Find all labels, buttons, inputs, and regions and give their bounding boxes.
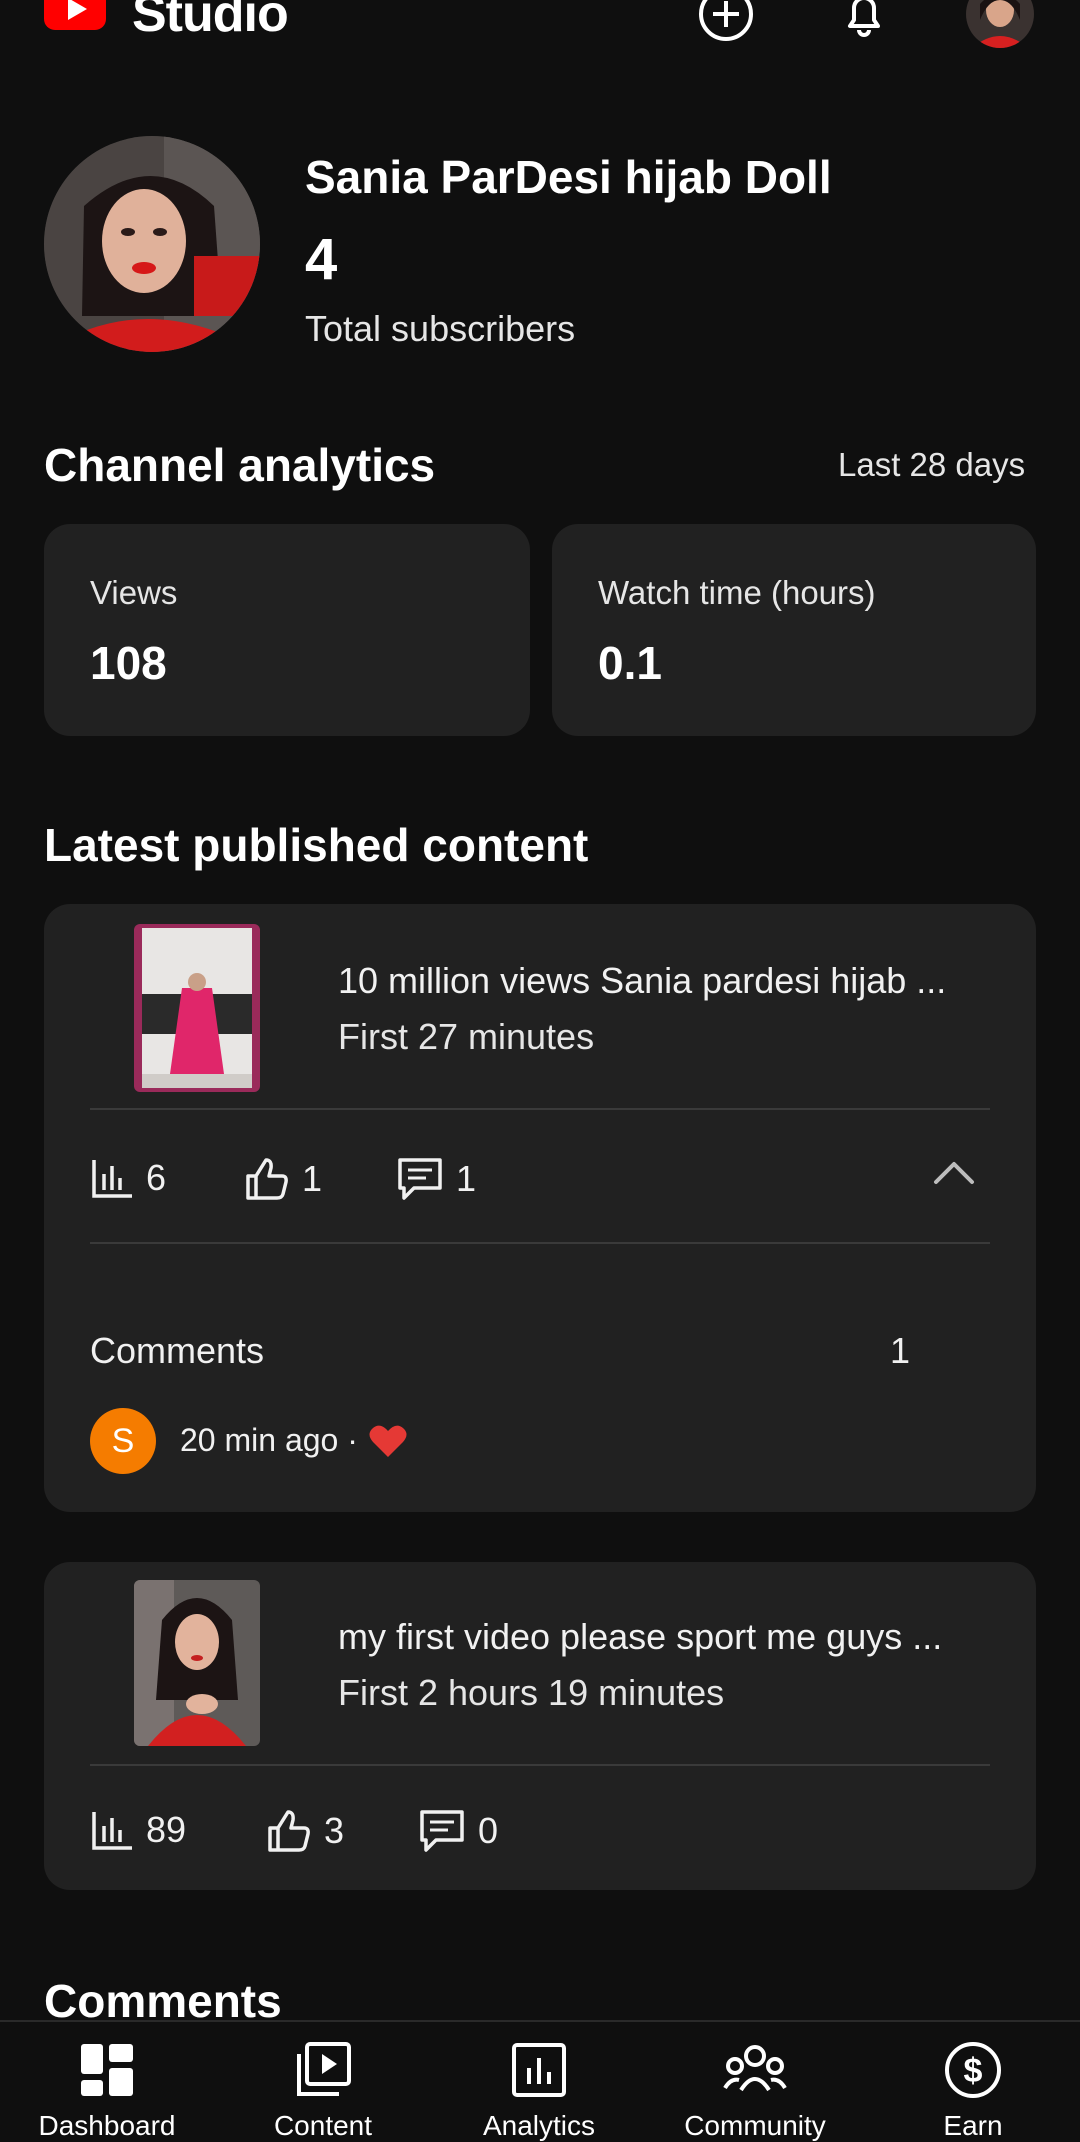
video-period: First 27 minutes [338,1016,595,1057]
analytics-icon [512,2043,566,2097]
commenter-initial: S [111,1421,135,1460]
comments-metric: 1 [396,1156,476,1202]
video-period: First 2 hours 19 minutes [338,1672,725,1713]
video-card: my first video please sport me guys ... … [44,1562,1036,1890]
likes-count: 3 [324,1810,345,1851]
youtube-logo-icon[interactable] [44,0,106,40]
views-label: Views [90,574,178,611]
analytics-range[interactable]: Last 28 days [838,446,1025,484]
video-thumbnail[interactable] [134,924,260,1092]
likes-metric: 3 [266,1808,344,1854]
nav-content[interactable]: Content [238,2040,408,2142]
channel-analytics-title: Channel analytics [44,439,436,491]
commenter-avatar[interactable]: S [90,1408,156,1474]
nav-earn[interactable]: $ Earn [888,2040,1058,2142]
comment-time: 20 min ago · [180,1422,358,1458]
notifications-icon[interactable] [836,0,892,42]
views-count: 6 [146,1157,167,1198]
nav-community-label: Community [684,2110,826,2141]
watch-time-card[interactable]: Watch time (hours) 0.1 [552,524,1036,736]
comments-metric: 0 [418,1808,498,1854]
subscriber-label: Total subscribers [305,308,576,349]
comment-icon [398,1158,442,1200]
comments-count: 0 [478,1810,499,1851]
watch-time-value: 0.1 [598,637,662,689]
community-icon [723,2045,787,2092]
chevron-up-icon[interactable] [932,1158,976,1188]
video-card: 10 million views Sania pardesi hijab ...… [44,904,1036,1512]
nav-dashboard-label: Dashboard [38,2110,176,2141]
comments-section-label: Comments [90,1330,265,1371]
thumbs-up-icon [246,1158,288,1200]
views-value: 108 [90,637,167,689]
comments-count: 1 [456,1158,477,1199]
account-avatar[interactable] [966,0,1034,48]
likes-count: 1 [302,1158,323,1199]
watch-time-label: Watch time (hours) [598,574,876,611]
video-thumbnail[interactable] [134,1580,260,1746]
nav-community[interactable]: Community [670,2040,840,2142]
channel-name: Sania ParDesi hijab Doll [305,151,832,203]
comment-icon [420,1810,464,1852]
divider [90,1764,990,1766]
likes-metric: 1 [244,1156,322,1202]
nav-analytics[interactable]: Analytics [454,2040,624,2142]
video-title[interactable]: my first video please sport me guys ... [338,1616,942,1658]
earn-icon: $ [945,2042,1001,2098]
studio-brand-label: Studio [132,0,289,43]
nav-analytics-label: Analytics [482,2110,596,2141]
channel-avatar[interactable] [44,136,260,352]
divider [90,1108,990,1110]
views-metric: 6 [90,1156,166,1200]
top-app-bar: Studio [0,0,1080,60]
subscriber-count: 4 [305,227,338,292]
bar-chart-icon [92,1812,132,1850]
nav-content-label: Content [273,2110,373,2141]
nav-earn-label: Earn [943,2110,1003,2141]
content-icon [297,2042,351,2096]
create-icon[interactable] [698,0,754,42]
views-card[interactable]: Views 108 [44,524,530,736]
heart-icon [369,1425,407,1457]
latest-content-title: Latest published content [44,819,589,871]
views-metric: 89 [90,1808,186,1852]
dashboard-icon [81,2044,133,2096]
comments-section-count: 1 [890,1330,911,1371]
video-title[interactable]: 10 million views Sania pardesi hijab ... [338,960,946,1002]
thumbs-up-icon [268,1810,310,1852]
divider [90,1242,990,1244]
latest-comment[interactable]: 20 min ago · [180,1422,408,1459]
bottom-navigation: Dashboard Content Analytics Community $ … [0,2020,1080,2141]
bar-chart-icon [92,1160,132,1198]
svg-text:$: $ [964,2052,983,2090]
views-count: 89 [146,1809,187,1850]
nav-dashboard[interactable]: Dashboard [22,2040,192,2142]
